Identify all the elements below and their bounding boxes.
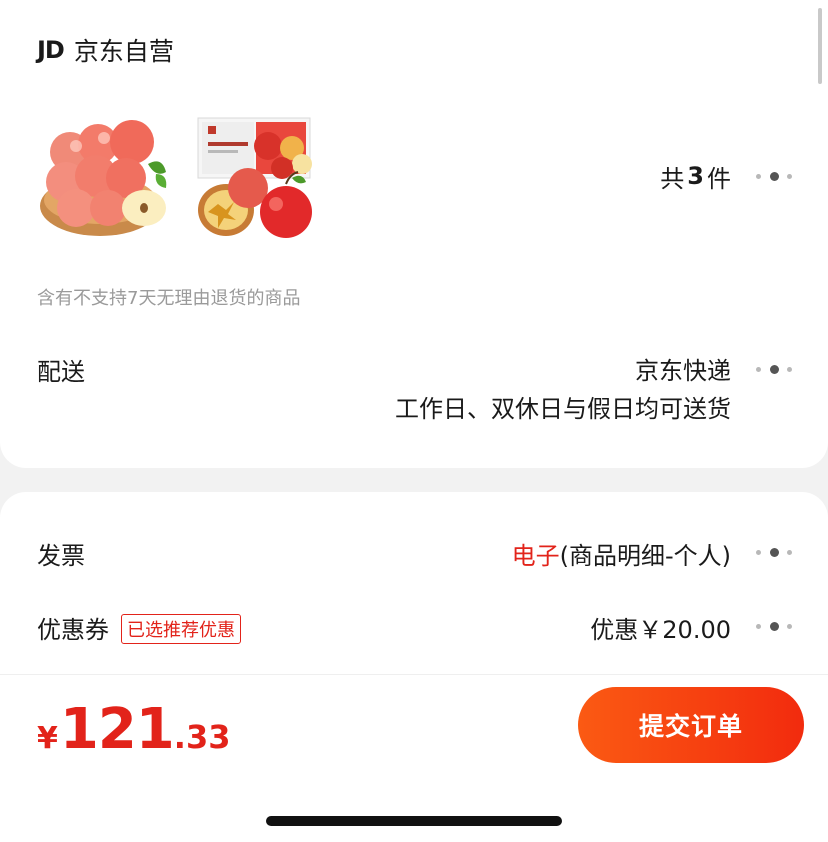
shop-name: 京东自营 — [73, 37, 174, 66]
delivery-carrier: 京东快递 — [635, 357, 731, 385]
dot — [769, 171, 779, 181]
price-integer: 121 — [59, 697, 175, 762]
dot — [787, 623, 792, 629]
coupon-more-icon[interactable] — [756, 620, 792, 632]
dot — [787, 173, 792, 179]
delivery-label: 配送 — [37, 358, 85, 386]
home-indicator[interactable] — [266, 816, 562, 826]
invoice-value[interactable]: 电子(商品明细-个人) — [512, 536, 731, 571]
dot — [756, 549, 761, 555]
coupon-discount-value[interactable]: 优惠￥20.00 — [590, 610, 731, 645]
delivery-more-icon[interactable] — [756, 363, 792, 375]
dot — [769, 621, 779, 631]
dot — [756, 623, 761, 629]
item-count[interactable]: 共 3 件 — [660, 156, 731, 196]
delivery-schedule: 工作日、双休日与假日均可送货 — [395, 395, 731, 423]
dot — [769, 364, 779, 374]
coupon-row: 优惠券 已选推荐优惠 — [37, 610, 241, 646]
total-price: ¥ 121 .33 — [37, 697, 230, 762]
dot — [756, 366, 761, 372]
invoice-type: 电子 — [511, 542, 560, 570]
item-count-suffix: 件 — [707, 164, 731, 193]
apple-gift-box-icon — [197, 117, 312, 238]
more-items-icon[interactable] — [756, 170, 792, 182]
dot — [769, 547, 779, 557]
dot — [787, 366, 792, 372]
price-decimal: .33 — [173, 718, 231, 756]
checkout-page: JD 京东自营 共 3 件 含有不支持7天无理由退货的商品 配送 京东快递 工作… — [0, 0, 828, 842]
invoice-more-icon[interactable] — [756, 546, 792, 558]
dot — [787, 549, 792, 555]
product-thumb-apple-giftbox[interactable] — [192, 108, 328, 244]
submit-order-button[interactable]: 提交订单 — [578, 687, 804, 763]
coupon-recommended-badge: 已选推荐优惠 — [121, 614, 241, 644]
delivery-value[interactable]: 京东快递 工作日、双休日与假日均可送货 — [395, 352, 731, 428]
dot — [756, 173, 761, 179]
invoice-label: 发票 — [37, 542, 85, 570]
currency-symbol: ¥ — [37, 721, 58, 756]
shop-header: JD 京东自营 — [37, 30, 174, 70]
item-count-prefix: 共 — [660, 164, 685, 193]
product-thumb-apple-bowl[interactable] — [36, 108, 172, 244]
coupon-label: 优惠券 — [37, 616, 109, 644]
return-policy-notice: 含有不支持7天无理由退货的商品 — [37, 288, 301, 309]
scrollbar[interactable] — [818, 8, 822, 84]
checkout-bar: ¥ 121 .33 提交订单 — [0, 674, 828, 776]
apple-bowl-icon — [40, 120, 167, 236]
home-indicator-area — [0, 775, 828, 842]
jd-logo-icon: JD — [37, 36, 65, 64]
invoice-detail: (商品明细-个人) — [559, 542, 731, 570]
item-count-number: 3 — [687, 162, 704, 190]
order-items-card: JD 京东自营 共 3 件 含有不支持7天无理由退货的商品 配送 京东快递 工作… — [0, 0, 828, 468]
